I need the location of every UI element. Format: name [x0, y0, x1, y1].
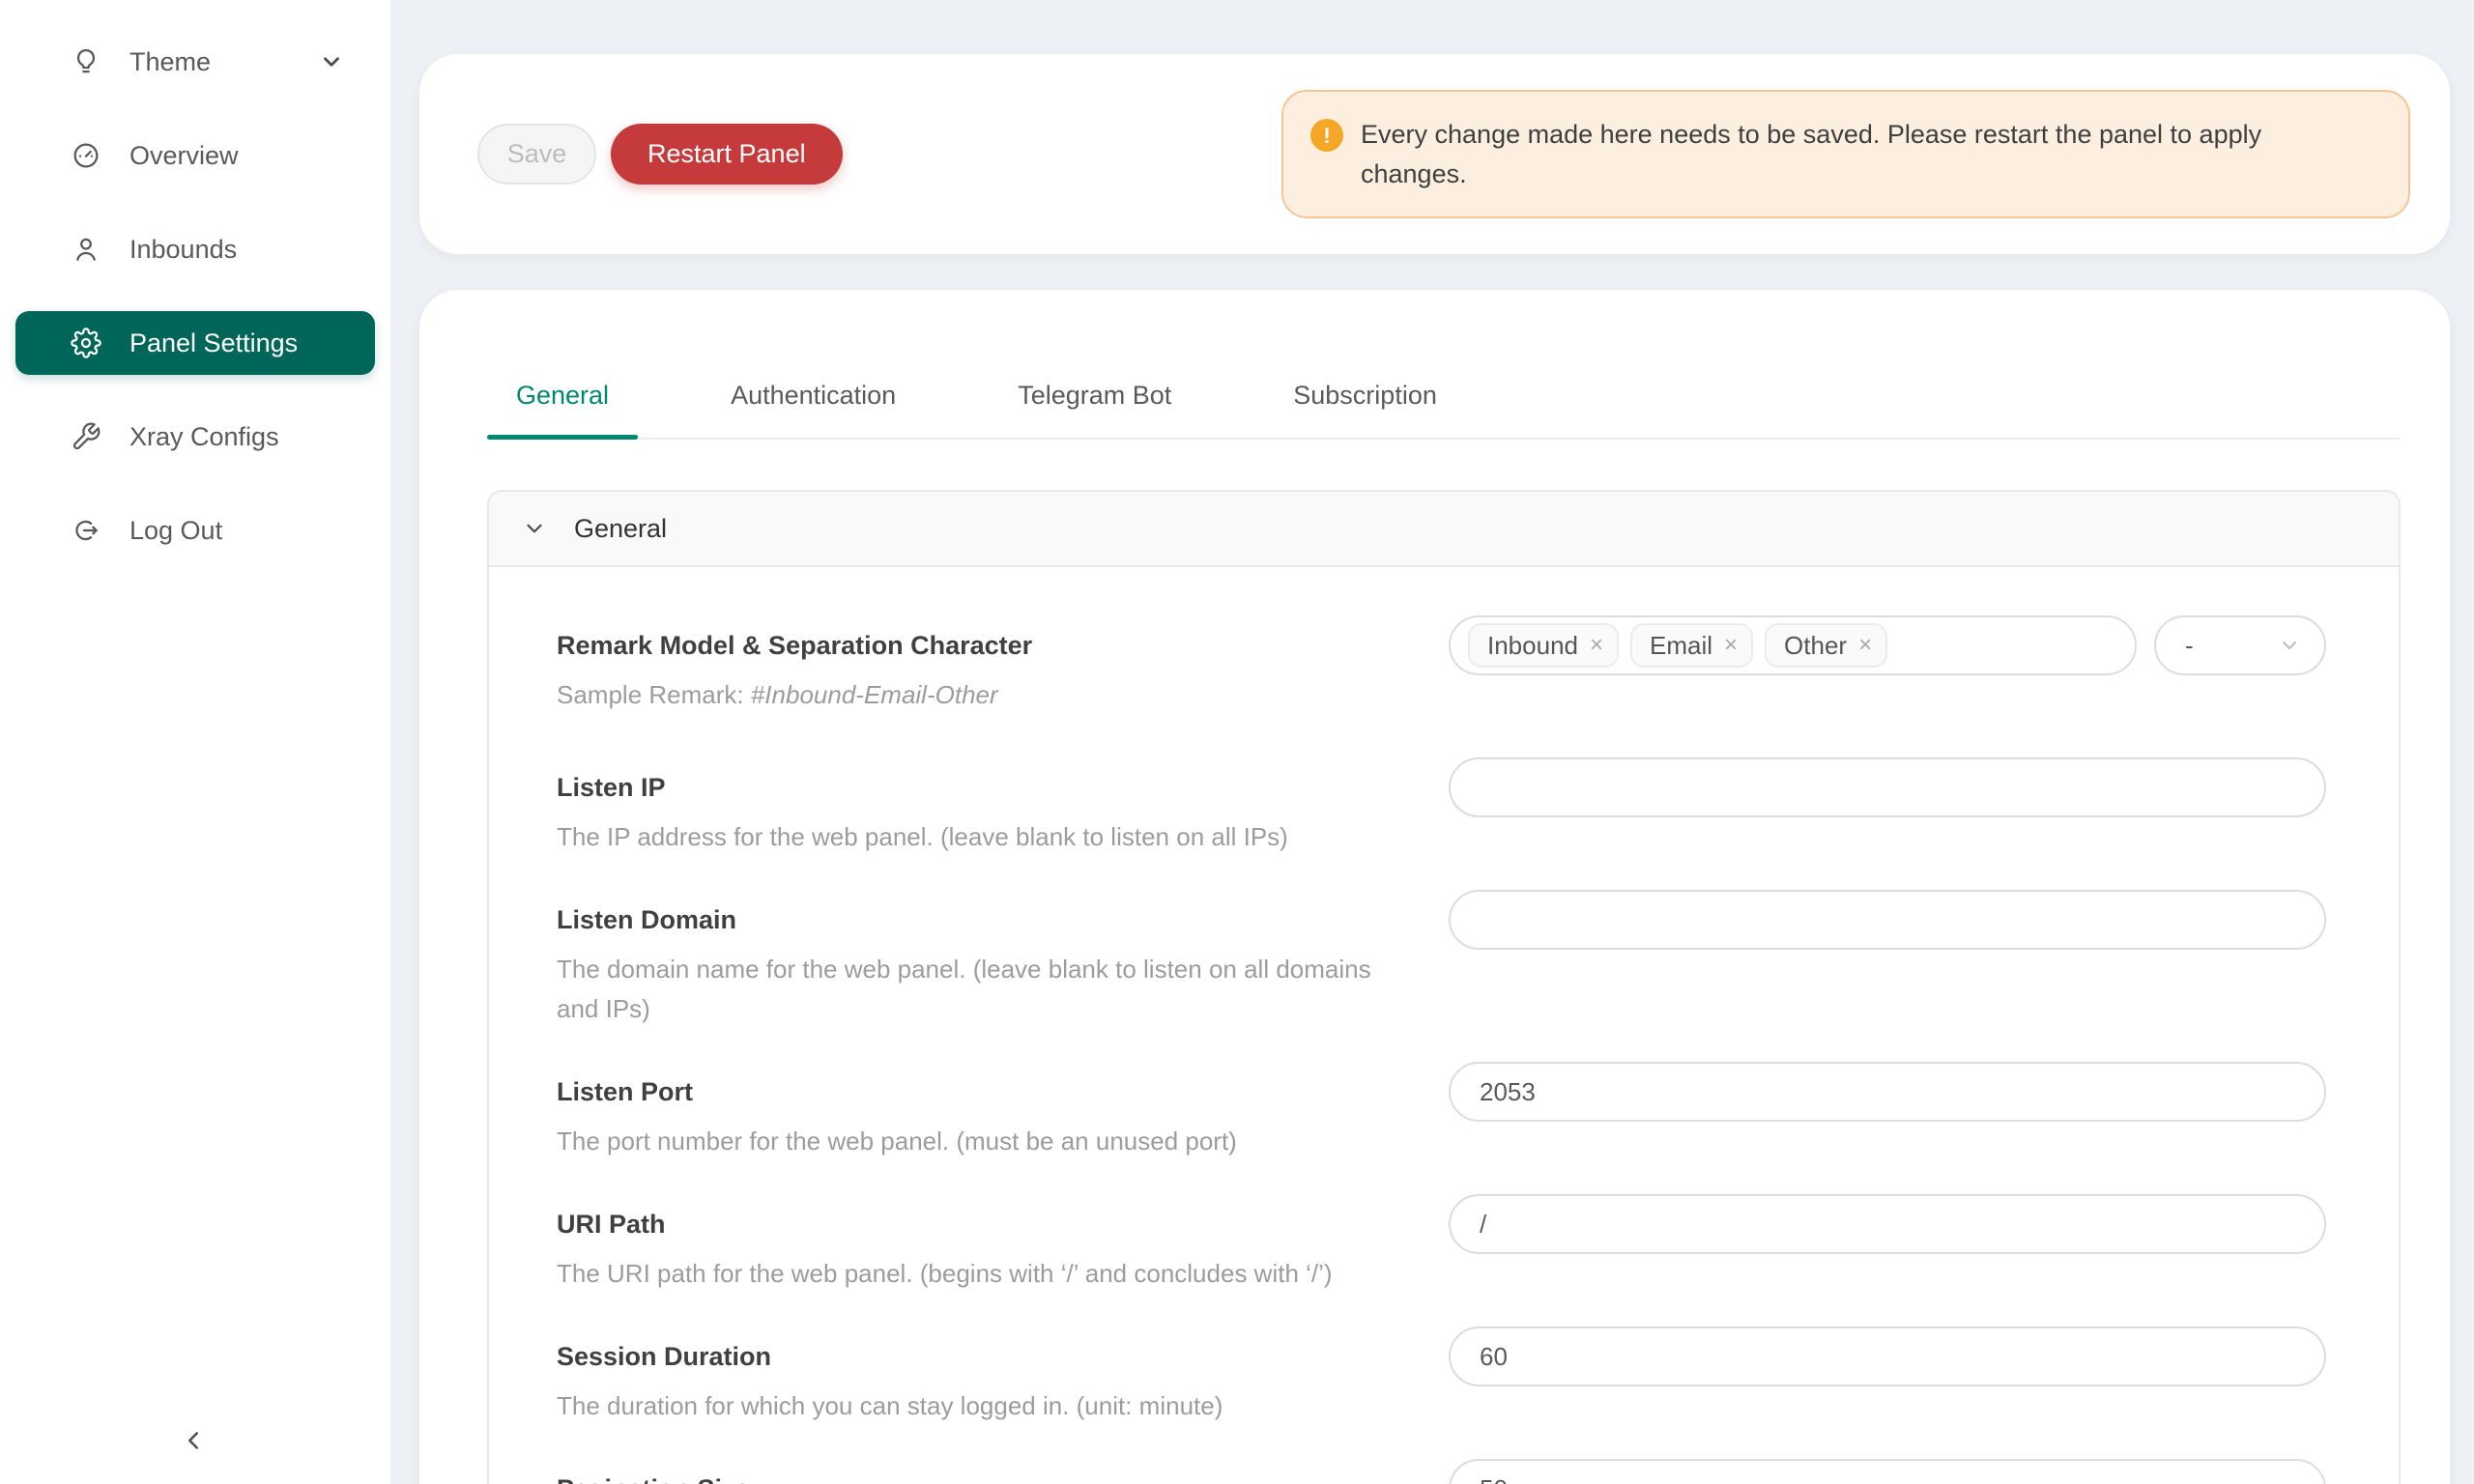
field-label: Pagination Size: [557, 1472, 1400, 1484]
restart-panel-button[interactable]: Restart Panel: [611, 124, 843, 185]
sidebar-item-panel-settings[interactable]: Panel Settings: [15, 311, 375, 375]
sidebar-nav: Theme Overview Inbounds Panel Settings: [0, 30, 390, 562]
chevron-down-icon: [2278, 634, 2301, 657]
lightbulb-icon: [70, 45, 102, 78]
sidebar-item-label: Inbounds: [129, 235, 237, 265]
separator-value: -: [2185, 631, 2194, 661]
chevron-down-icon: [522, 516, 547, 541]
tab-telegram-bot[interactable]: Telegram Bot: [989, 357, 1200, 438]
field-description: The port number for the web panel. (must…: [557, 1122, 1397, 1161]
general-settings-form: Remark Model & Separation Character Samp…: [489, 567, 2399, 1484]
tab-subscription[interactable]: Subscription: [1264, 357, 1466, 438]
gear-icon: [70, 327, 102, 359]
field-label: Listen Domain: [557, 903, 1400, 936]
form-row-session-duration: Session Duration The duration for which …: [557, 1327, 2326, 1426]
sidebar-item-label: Overview: [129, 141, 239, 171]
form-row-listen-port: Listen Port The port number for the web …: [557, 1062, 2326, 1161]
main-content: Save Restart Panel ! Every change made h…: [390, 0, 2474, 1484]
settings-card: General Authentication Telegram Bot Subs…: [419, 290, 2450, 1484]
field-label: URI Path: [557, 1208, 1400, 1241]
field-description: The domain name for the web panel. (leav…: [557, 950, 1397, 1029]
remove-tag-icon[interactable]: ×: [1590, 634, 1603, 657]
tag-email: Email ×: [1630, 623, 1753, 668]
wrench-icon: [70, 420, 102, 453]
field-label: Remark Model & Separation Character: [557, 629, 1400, 662]
listen-domain-input[interactable]: [1449, 890, 2326, 950]
form-row-uri-path: URI Path The URI path for the web panel.…: [557, 1194, 2326, 1294]
form-row-remark-model: Remark Model & Separation Character Samp…: [557, 615, 2326, 715]
sidebar: Theme Overview Inbounds Panel Settings: [0, 0, 390, 1484]
field-description: The IP address for the web panel. (leave…: [557, 817, 1397, 857]
sample-remark-value: #Inbound-Email-Other: [751, 680, 998, 709]
tab-general[interactable]: General: [487, 357, 638, 438]
remove-tag-icon[interactable]: ×: [1724, 634, 1738, 657]
warning-alert: ! Every change made here needs to be sav…: [1281, 90, 2410, 218]
logout-icon: [70, 514, 102, 547]
tag-other: Other ×: [1765, 623, 1887, 668]
collapse-title: General: [574, 514, 667, 544]
form-row-pagination-size: Pagination Size: [557, 1459, 2326, 1484]
sidebar-item-xray-configs[interactable]: Xray Configs: [15, 405, 375, 469]
tag-inbound: Inbound ×: [1468, 623, 1619, 668]
save-button[interactable]: Save: [477, 124, 596, 185]
dashboard-icon: [70, 139, 102, 172]
sidebar-item-log-out[interactable]: Log Out: [15, 499, 375, 562]
sidebar-item-theme[interactable]: Theme: [15, 30, 375, 94]
general-collapse-header[interactable]: General: [489, 492, 2399, 567]
general-collapse-panel: General Remark Model & Separation Charac…: [487, 490, 2401, 1484]
field-description: Sample Remark: #Inbound-Email-Other: [557, 675, 1397, 715]
chevron-left-icon: [179, 1426, 208, 1455]
tab-authentication[interactable]: Authentication: [702, 357, 925, 438]
user-icon: [70, 233, 102, 266]
field-description: The duration for which you can stay logg…: [557, 1386, 1397, 1426]
sidebar-item-overview[interactable]: Overview: [15, 124, 375, 187]
sidebar-item-label: Log Out: [129, 516, 222, 546]
sidebar-item-inbounds[interactable]: Inbounds: [15, 217, 375, 281]
field-label: Listen IP: [557, 771, 1400, 804]
chevron-down-icon: [319, 49, 344, 74]
tab-bar: General Authentication Telegram Bot Subs…: [487, 357, 2401, 440]
pagination-size-input[interactable]: [1449, 1459, 2326, 1484]
uri-path-input[interactable]: [1449, 1194, 2326, 1254]
field-label: Session Duration: [557, 1340, 1400, 1373]
sidebar-collapse-button[interactable]: [157, 1411, 230, 1470]
actions-card: Save Restart Panel ! Every change made h…: [419, 54, 2450, 254]
field-description: The URI path for the web panel. (begins …: [557, 1254, 1397, 1294]
remove-tag-icon[interactable]: ×: [1858, 634, 1872, 657]
sidebar-item-label: Theme: [129, 47, 211, 77]
sidebar-item-label: Panel Settings: [129, 328, 298, 358]
warning-icon: !: [1310, 119, 1343, 152]
remark-model-multiselect[interactable]: Inbound × Email × Other ×: [1449, 615, 2137, 675]
listen-port-input[interactable]: [1449, 1062, 2326, 1122]
field-label: Listen Port: [557, 1075, 1400, 1108]
separator-select[interactable]: -: [2154, 615, 2326, 675]
form-row-listen-domain: Listen Domain The domain name for the we…: [557, 890, 2326, 1029]
listen-ip-input[interactable]: [1449, 757, 2326, 817]
form-row-listen-ip: Listen IP The IP address for the web pan…: [557, 757, 2326, 857]
warning-alert-text: Every change made here needs to be saved…: [1361, 115, 2356, 193]
session-duration-input[interactable]: [1449, 1327, 2326, 1386]
sidebar-item-label: Xray Configs: [129, 422, 279, 452]
